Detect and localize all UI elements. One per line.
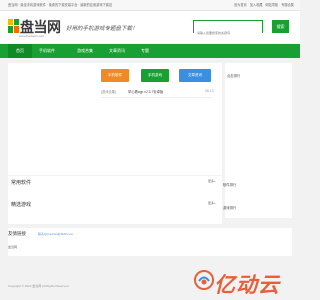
cloud-logo-icon <box>194 270 214 290</box>
nav-home[interactable]: 首页 <box>8 44 32 58</box>
site-slogan: 盘当网 · 最佳手机游戏软件 · 免费的下载安装平台 · 最新的应用游戏下载站 <box>8 3 113 7</box>
logo-mark-icon <box>8 19 19 33</box>
friend-links: 友情链接 联系QQ:admin@4MZ.com 盘当网 <box>8 228 292 256</box>
software-section-title: 常用软件 <box>11 180 32 186</box>
top-bar: 盘当网 · 最佳手机游戏软件 · 免费的下载安装平台 · 最新的应用游戏下载站 … <box>0 0 300 11</box>
nav-software[interactable]: 手机软件 <box>34 44 60 58</box>
header-tagline: 好用的手机游戏专题盘下载！ <box>66 26 138 32</box>
list-item-title[interactable]: 掌心看app v2.3.7安卓版 <box>128 89 163 94</box>
list-item-date: 08-13 <box>205 89 214 93</box>
tab-games-button[interactable]: 手机游戏 <box>141 69 169 82</box>
nav-articles[interactable]: 文章资讯 <box>104 44 130 58</box>
set-homepage-link[interactable]: 设为首页 <box>234 2 247 7</box>
sidebar-title-hot: 点击排行 <box>227 74 241 78</box>
sidebar-panel: 点击排行 软件排行 游戏排行 <box>223 63 292 218</box>
sidebar-title-software: 软件排行 <box>223 183 237 187</box>
friend-links-title: 友情链接 <box>8 231 26 236</box>
watermark-text: 亿动云 <box>214 273 280 297</box>
tab-software-button[interactable]: 手机软件 <box>101 69 129 82</box>
add-favorite-link[interactable]: 加入收藏 <box>250 2 263 7</box>
main-nav: 首页 手机软件 游戏合集 文章资讯 专题 <box>0 44 300 58</box>
games-more-link[interactable]: 更多+ <box>208 201 216 205</box>
friend-links-contact[interactable]: 联系QQ:admin@4MZ.com <box>38 232 73 236</box>
search-button[interactable]: 搜索 <box>272 20 289 33</box>
games-section-title: 精选游戏 <box>11 202 32 208</box>
topics-link[interactable]: 专题合集 <box>281 2 294 7</box>
software-more-link[interactable]: 更多+ <box>208 179 216 183</box>
sidebar-title-games: 游戏排行 <box>223 206 237 210</box>
site-logo[interactable]: 盘当网 www.Panswm.com <box>8 17 64 41</box>
nav-games[interactable]: 游戏合集 <box>72 44 98 58</box>
search-input[interactable] <box>194 27 262 39</box>
watermark-logo: 亿动云 <box>194 268 298 297</box>
top-links: 设为首页 加入收藏 网站导航 专题合集 <box>234 2 294 7</box>
list-item[interactable]: [游戏合集] 掌心看app v2.3.7安卓版 08-13 <box>101 86 213 98</box>
site-nav-link[interactable]: 网站导航 <box>266 2 279 7</box>
logo-url: www.Panswm.com <box>19 34 45 38</box>
list-item-category: [游戏合集] <box>101 90 117 94</box>
footer-copyright: Copyright © 2022 盘当网 All Rights Reserved… <box>8 284 70 288</box>
main-panel: 手机软件 手机游戏 文章资讯 [游戏合集] 掌心看app v2.3.7安卓版 0… <box>8 63 222 175</box>
nav-topics[interactable]: 专题 <box>136 44 154 58</box>
games-section: 精选游戏 更多+ <box>8 198 222 224</box>
tab-articles-button[interactable]: 文章资讯 <box>179 69 211 82</box>
friend-link-item[interactable]: 盘当网 <box>8 245 17 249</box>
search-box <box>193 20 263 39</box>
